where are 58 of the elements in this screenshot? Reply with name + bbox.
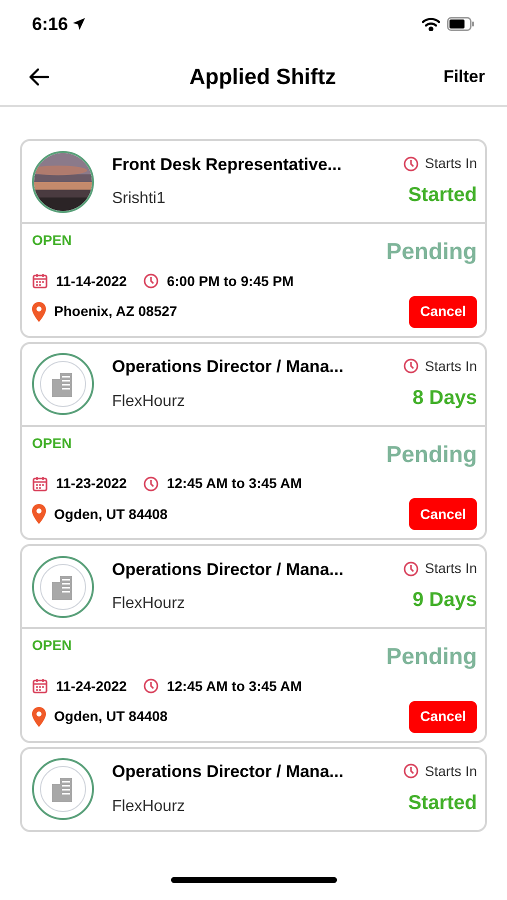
clock-icon [402, 560, 419, 576]
clock-icon [402, 358, 419, 374]
calendar-icon [32, 678, 48, 694]
shift-date: 11-24-2022 [56, 676, 127, 696]
shift-location: Phoenix, AZ 08527 [54, 302, 178, 321]
shift-title: Operations Director / Mana... [112, 761, 344, 784]
status-label: OPEN [32, 434, 72, 452]
shift-title: Operations Director / Mana... [112, 356, 344, 378]
shift-date: 11-14-2022 [56, 272, 127, 290]
clock-icon [402, 763, 419, 779]
approval-status: Pending [386, 237, 477, 266]
status-time: 6:16 [32, 12, 68, 36]
cancel-button[interactable]: Cancel [409, 700, 477, 732]
status-label: OPEN [32, 636, 72, 655]
wifi-icon [421, 17, 441, 31]
starts-in-label: Starts In [424, 154, 477, 173]
starts-in-label: Starts In [424, 762, 477, 780]
page-title: Applied Shiftz [189, 63, 336, 91]
location-pin-icon [32, 706, 46, 726]
starts-in-value: Started [408, 183, 477, 208]
clock-icon [142, 273, 159, 289]
approval-status: Pending [386, 642, 477, 671]
clock-icon [142, 476, 159, 492]
cancel-button[interactable]: Cancel [409, 498, 477, 530]
shift-title: Operations Director / Mana... [112, 558, 344, 581]
starts-in-value: 9 Days [412, 588, 477, 613]
shift-date: 11-23-2022 [56, 474, 127, 493]
company-name: FlexHourz [112, 796, 186, 817]
shift-title: Front Desk Representative... [112, 154, 343, 176]
cancel-button[interactable]: Cancel [409, 296, 477, 328]
shift-time: 12:45 AM to 3:45 AM [166, 676, 302, 696]
location-arrow-icon [72, 17, 86, 31]
clock-icon [402, 156, 419, 172]
company-name: FlexHourz [112, 594, 186, 614]
back-arrow-icon [28, 66, 50, 88]
starts-in-label: Starts In [424, 559, 477, 578]
shift-location: Ogden, UT 84408 [54, 707, 168, 726]
filter-button[interactable]: Filter [443, 64, 485, 90]
location-pin-icon [32, 504, 46, 524]
shift-card[interactable]: Operations Director / Mana... FlexHourz Starts In Started [20, 746, 487, 832]
shift-card[interactable]: Operations Director / Mana... FlexHourz Starts In 8 Days OPEN Pending 11-23-2022 12:45 AM to 3:45 AM Ogden, UT 84408 Cancel [20, 342, 487, 540]
approval-status: Pending [386, 440, 477, 469]
company-name: Srishti1 [112, 189, 166, 210]
starts-in-value: Started [408, 790, 477, 816]
shift-card[interactable]: Operations Director / Mana... FlexHourz Starts In 9 Days OPEN Pending 11-24-2022 12:45 AM to 3:45 AM Ogden, UT 84408 Cancel [20, 544, 487, 742]
status-label: OPEN [32, 231, 72, 250]
shift-time: 6:00 PM to 9:45 PM [166, 272, 294, 290]
shift-time: 12:45 AM to 3:45 AM [166, 474, 302, 493]
shift-card[interactable]: Front Desk Representative... Srishti1 Starts In Started OPEN Pending 11-14-2022 6:00 PM to 9:45 PM Phoenix, AZ 08527 Cancel [20, 139, 487, 338]
starts-in-value: 8 Days [412, 386, 477, 410]
calendar-icon [32, 476, 48, 492]
calendar-icon [32, 273, 48, 289]
clock-icon [142, 678, 159, 694]
battery-icon [447, 17, 475, 31]
location-pin-icon [32, 302, 46, 322]
starts-in-label: Starts In [424, 356, 477, 376]
shift-location: Ogden, UT 84408 [54, 504, 168, 524]
company-name: FlexHourz [112, 392, 186, 412]
